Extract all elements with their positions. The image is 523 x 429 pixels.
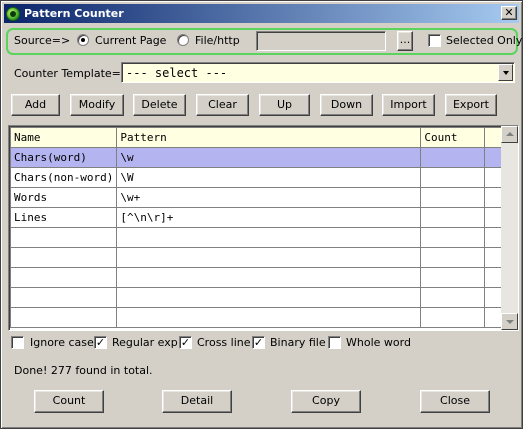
table-empty-row[interactable] — [9, 247, 504, 268]
pattern-counter-window: Pattern Counter ✕ Source=> Current Page … — [0, 0, 523, 429]
cell-count[interactable] — [420, 187, 486, 208]
table-row[interactable]: Chars(non-word) \W — [9, 167, 504, 188]
import-button[interactable]: Import — [382, 94, 435, 116]
cell-pattern[interactable]: [^\n\r]+ — [116, 207, 422, 228]
delete-button[interactable]: Delete — [133, 94, 186, 116]
table-scrollbar[interactable] — [501, 126, 518, 330]
cell-name[interactable]: Words — [9, 187, 118, 208]
radio-current-page-label[interactable]: Current Page — [95, 34, 166, 47]
cell-name[interactable]: Lines — [9, 207, 118, 228]
cross-line-label[interactable]: Cross line — [197, 336, 251, 349]
binary-file-checkbox[interactable]: ✓ — [252, 336, 265, 349]
counter-template-select[interactable]: --- select --- — [121, 62, 515, 83]
source-label: Source=> — [14, 34, 71, 47]
cell-name[interactable]: Chars(word) — [9, 147, 118, 168]
scroll-up-icon[interactable] — [501, 126, 518, 143]
counter-template-value: --- select --- — [126, 66, 228, 80]
close-button[interactable]: Close — [420, 390, 490, 413]
selected-only-checkbox[interactable] — [428, 34, 441, 47]
clear-button[interactable]: Clear — [196, 94, 249, 116]
regular-exp-label[interactable]: Regular exp — [112, 336, 178, 349]
table-row[interactable]: Lines [^\n\r]+ — [9, 207, 504, 228]
cell-count[interactable] — [420, 147, 486, 168]
whole-word-checkbox[interactable] — [328, 336, 341, 349]
copy-button[interactable]: Copy — [291, 390, 361, 413]
add-button[interactable]: Add — [11, 94, 60, 116]
binary-file-label[interactable]: Binary file — [270, 336, 326, 349]
column-header-name[interactable]: Name — [9, 127, 118, 148]
ignore-case-checkbox[interactable] — [11, 336, 24, 349]
cell-count[interactable] — [420, 167, 486, 188]
pattern-table[interactable]: Name Pattern Count Chars(word) \w Chars(… — [8, 125, 519, 331]
table-empty-row[interactable] — [9, 287, 504, 308]
down-button[interactable]: Down — [320, 94, 373, 116]
status-text: Done! 277 found in total. — [14, 364, 153, 377]
close-window-button[interactable]: ✕ — [501, 6, 517, 20]
selected-only-label[interactable]: Selected Only — [446, 34, 522, 47]
chevron-down-icon[interactable] — [498, 64, 513, 81]
cell-pattern[interactable]: \w+ — [116, 187, 422, 208]
app-icon — [6, 6, 20, 21]
whole-word-label[interactable]: Whole word — [346, 336, 411, 349]
table-row[interactable]: Words \w+ — [9, 187, 504, 208]
table-empty-row[interactable] — [9, 267, 504, 288]
export-button[interactable]: Export — [445, 94, 497, 116]
column-header-pattern[interactable]: Pattern — [116, 127, 422, 148]
ignore-case-label[interactable]: Ignore case — [30, 336, 94, 349]
cross-line-checkbox[interactable]: ✓ — [179, 336, 192, 349]
table-header-row: Name Pattern Count — [9, 127, 504, 148]
count-button[interactable]: Count — [34, 390, 104, 413]
file-path-input[interactable] — [256, 31, 386, 51]
radio-file-http[interactable] — [177, 34, 189, 46]
pattern-grid: Name Pattern Count Chars(word) \w Chars(… — [9, 127, 504, 328]
table-new-row[interactable] — [9, 227, 504, 248]
up-button[interactable]: Up — [259, 94, 310, 116]
detail-button[interactable]: Detail — [162, 390, 232, 413]
modify-button[interactable]: Modify — [70, 94, 124, 116]
regular-exp-checkbox[interactable]: ✓ — [94, 336, 107, 349]
scroll-down-icon[interactable] — [501, 313, 518, 330]
cell-pattern[interactable]: \w — [116, 147, 422, 168]
cell-count[interactable] — [420, 207, 486, 228]
cell-name[interactable]: Chars(non-word) — [9, 167, 118, 188]
column-header-count[interactable]: Count — [420, 127, 486, 148]
title-bar[interactable]: Pattern Counter ✕ — [4, 4, 519, 23]
window-title: Pattern Counter — [24, 7, 124, 20]
browse-button[interactable]: ... — [397, 31, 413, 51]
radio-current-page[interactable] — [77, 34, 89, 46]
counter-template-label: Counter Template=> — [14, 67, 131, 80]
cell-pattern[interactable]: \W — [116, 167, 422, 188]
table-row[interactable]: Chars(word) \w — [9, 147, 504, 168]
table-empty-row[interactable] — [9, 307, 504, 328]
radio-file-http-label[interactable]: File/http — [195, 34, 240, 47]
close-icon: ✕ — [504, 6, 514, 19]
